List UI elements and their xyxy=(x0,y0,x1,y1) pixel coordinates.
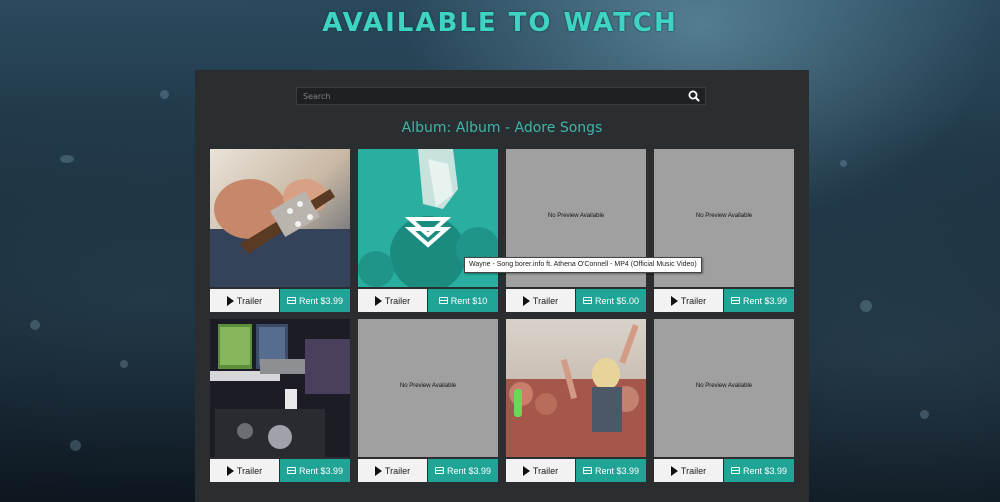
video-thumbnail[interactable] xyxy=(506,319,646,457)
trailer-label: Trailer xyxy=(532,465,559,476)
credit-card-icon xyxy=(434,467,444,474)
trailer-button[interactable]: Trailer xyxy=(358,289,427,312)
rent-button[interactable]: Rent $3.99 xyxy=(428,459,498,482)
trailer-label: Trailer xyxy=(532,295,559,306)
rent-button[interactable]: Rent $10 xyxy=(428,289,498,312)
rent-label: Rent $3.99 xyxy=(446,465,492,476)
play-icon xyxy=(226,295,234,306)
play-icon xyxy=(522,465,530,476)
trailer-label: Trailer xyxy=(236,295,263,306)
trailer-button[interactable]: Trailer xyxy=(506,459,575,482)
trailer-label: Trailer xyxy=(236,465,263,476)
credit-card-icon xyxy=(582,297,592,304)
rent-label: Rent $3.99 xyxy=(298,295,344,306)
video-title-tooltip: Wayne - Song borer.info ft. Athena O'Con… xyxy=(464,257,702,273)
credit-card-icon xyxy=(582,467,592,474)
rent-label: Rent $3.99 xyxy=(742,295,788,306)
play-icon xyxy=(522,295,530,306)
rent-label: Rent $10 xyxy=(450,295,488,306)
rent-label: Rent $5.00 xyxy=(594,295,640,306)
credit-card-icon xyxy=(730,467,740,474)
rent-button[interactable]: Rent $5.00 xyxy=(576,289,646,312)
no-preview-text: No Preview Available xyxy=(547,213,605,219)
video-card: Trailer Rent $3.99 xyxy=(210,319,350,482)
search-input[interactable] xyxy=(297,88,683,104)
search-icon[interactable] xyxy=(687,89,701,103)
rent-button[interactable]: Rent $3.99 xyxy=(724,459,794,482)
video-card: Trailer Rent $3.99 xyxy=(506,319,646,482)
rent-button[interactable]: Rent $3.99 xyxy=(724,289,794,312)
trailer-label: Trailer xyxy=(384,465,411,476)
no-preview-text: No Preview Available xyxy=(695,213,753,219)
credit-card-icon xyxy=(286,297,296,304)
search-bar xyxy=(296,87,706,105)
album-title: Album: Album - Adore Songs xyxy=(401,120,603,136)
guitar-photo-image xyxy=(210,149,350,287)
rent-button[interactable]: Rent $3.99 xyxy=(280,289,350,312)
credit-card-icon xyxy=(730,297,740,304)
video-card: Trailer Rent $3.99 xyxy=(210,149,350,312)
credit-card-icon xyxy=(438,297,448,304)
credit-card-icon xyxy=(286,467,296,474)
video-card: Trailer Rent $10 xyxy=(358,149,498,312)
video-thumbnail[interactable] xyxy=(210,319,350,457)
trailer-button[interactable]: Trailer xyxy=(506,289,575,312)
dj-booth-photo-image xyxy=(210,319,350,457)
page-title: AVAILABLE TO WATCH xyxy=(322,8,678,38)
rent-button[interactable]: Rent $3.99 xyxy=(576,459,646,482)
rent-label: Rent $3.99 xyxy=(594,465,640,476)
no-preview-text: No Preview Available xyxy=(695,383,753,389)
video-thumbnail[interactable]: No Preview Available xyxy=(358,319,498,457)
trailer-button[interactable]: Trailer xyxy=(654,289,723,312)
play-icon xyxy=(670,295,678,306)
play-icon xyxy=(374,295,382,306)
video-thumbnail[interactable]: No Preview Available xyxy=(654,319,794,457)
crowd-photo-image xyxy=(506,319,646,457)
rent-button[interactable]: Rent $3.99 xyxy=(280,459,350,482)
trailer-button[interactable]: Trailer xyxy=(210,459,279,482)
trailer-button[interactable]: Trailer xyxy=(358,459,427,482)
trailer-button[interactable]: Trailer xyxy=(210,289,279,312)
video-card: No Preview Available Trailer Rent $3.99 xyxy=(654,149,794,312)
rent-label: Rent $3.99 xyxy=(298,465,344,476)
play-icon xyxy=(226,465,234,476)
rent-label: Rent $3.99 xyxy=(742,465,788,476)
play-icon xyxy=(374,465,382,476)
no-preview-text: No Preview Available xyxy=(399,383,457,389)
trailer-label: Trailer xyxy=(680,295,707,306)
play-icon xyxy=(670,465,678,476)
video-card: No Preview Available Trailer Rent $5.00 xyxy=(506,149,646,312)
video-card: No Preview Available Trailer Rent $3.99 xyxy=(358,319,498,482)
video-thumbnail[interactable] xyxy=(210,149,350,287)
trailer-label: Trailer xyxy=(680,465,707,476)
trailer-label: Trailer xyxy=(384,295,411,306)
video-card: No Preview Available Trailer Rent $3.99 xyxy=(654,319,794,482)
content-panel: Album: Album - Adore Songs Trailer R xyxy=(195,70,809,502)
trailer-button[interactable]: Trailer xyxy=(654,459,723,482)
